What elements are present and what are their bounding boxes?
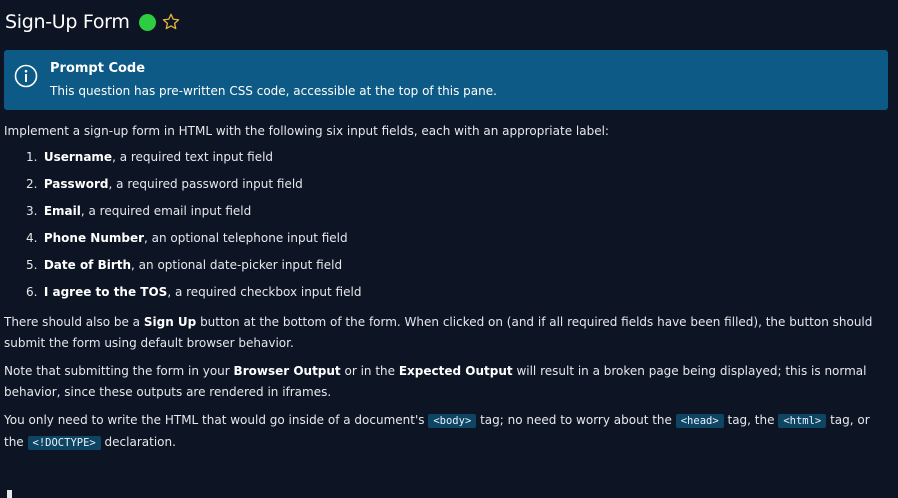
signup-button-paragraph: There should also be a Sign Up button at… (4, 315, 873, 350)
code-body-tag: <body> (428, 414, 477, 428)
submit-note-paragraph: Note that submitting the form in your Br… (4, 364, 867, 399)
fields-list: 1. Username, a required text input field… (4, 148, 892, 310)
code-head-tag: <head> (675, 414, 724, 428)
title-row: Sign-Up Form (4, 0, 892, 44)
prompt-code-banner: Prompt Code This question has pre-writte… (4, 50, 888, 110)
banner-text: Prompt Code This question has pre-writte… (50, 60, 497, 100)
next-section-heading-partial (7, 490, 12, 498)
code-html-tag: <html> (778, 414, 827, 428)
html-scope-paragraph: You only need to write the HTML that wou… (4, 413, 870, 450)
list-item: 3. Email, a required email input field (26, 204, 252, 218)
banner-description: This question has pre-written CSS code, … (50, 84, 497, 98)
banner-title: Prompt Code (50, 61, 146, 76)
list-item: 1. Username, a required text input field (26, 150, 274, 164)
list-item: 5. Date of Birth, an optional date-picke… (26, 258, 343, 272)
list-item: 4. Phone Number, an optional telephone i… (26, 231, 348, 245)
completion-status-icon (138, 13, 156, 31)
list-item: 6. I agree to the TOS, a required checkb… (26, 285, 362, 299)
info-icon (14, 64, 38, 88)
list-item: 2. Password, a required password input f… (26, 177, 303, 191)
intro-paragraph: Implement a sign-up form in HTML with th… (4, 124, 609, 138)
page: Sign-Up Form Prompt Code This question h… (0, 0, 898, 498)
code-doctype-tag: <!DOCTYPE> (27, 436, 101, 450)
prompt-content: Implement a sign-up form in HTML with th… (4, 121, 892, 454)
star-icon[interactable] (161, 12, 181, 32)
page-title: Sign-Up Form (5, 11, 130, 33)
